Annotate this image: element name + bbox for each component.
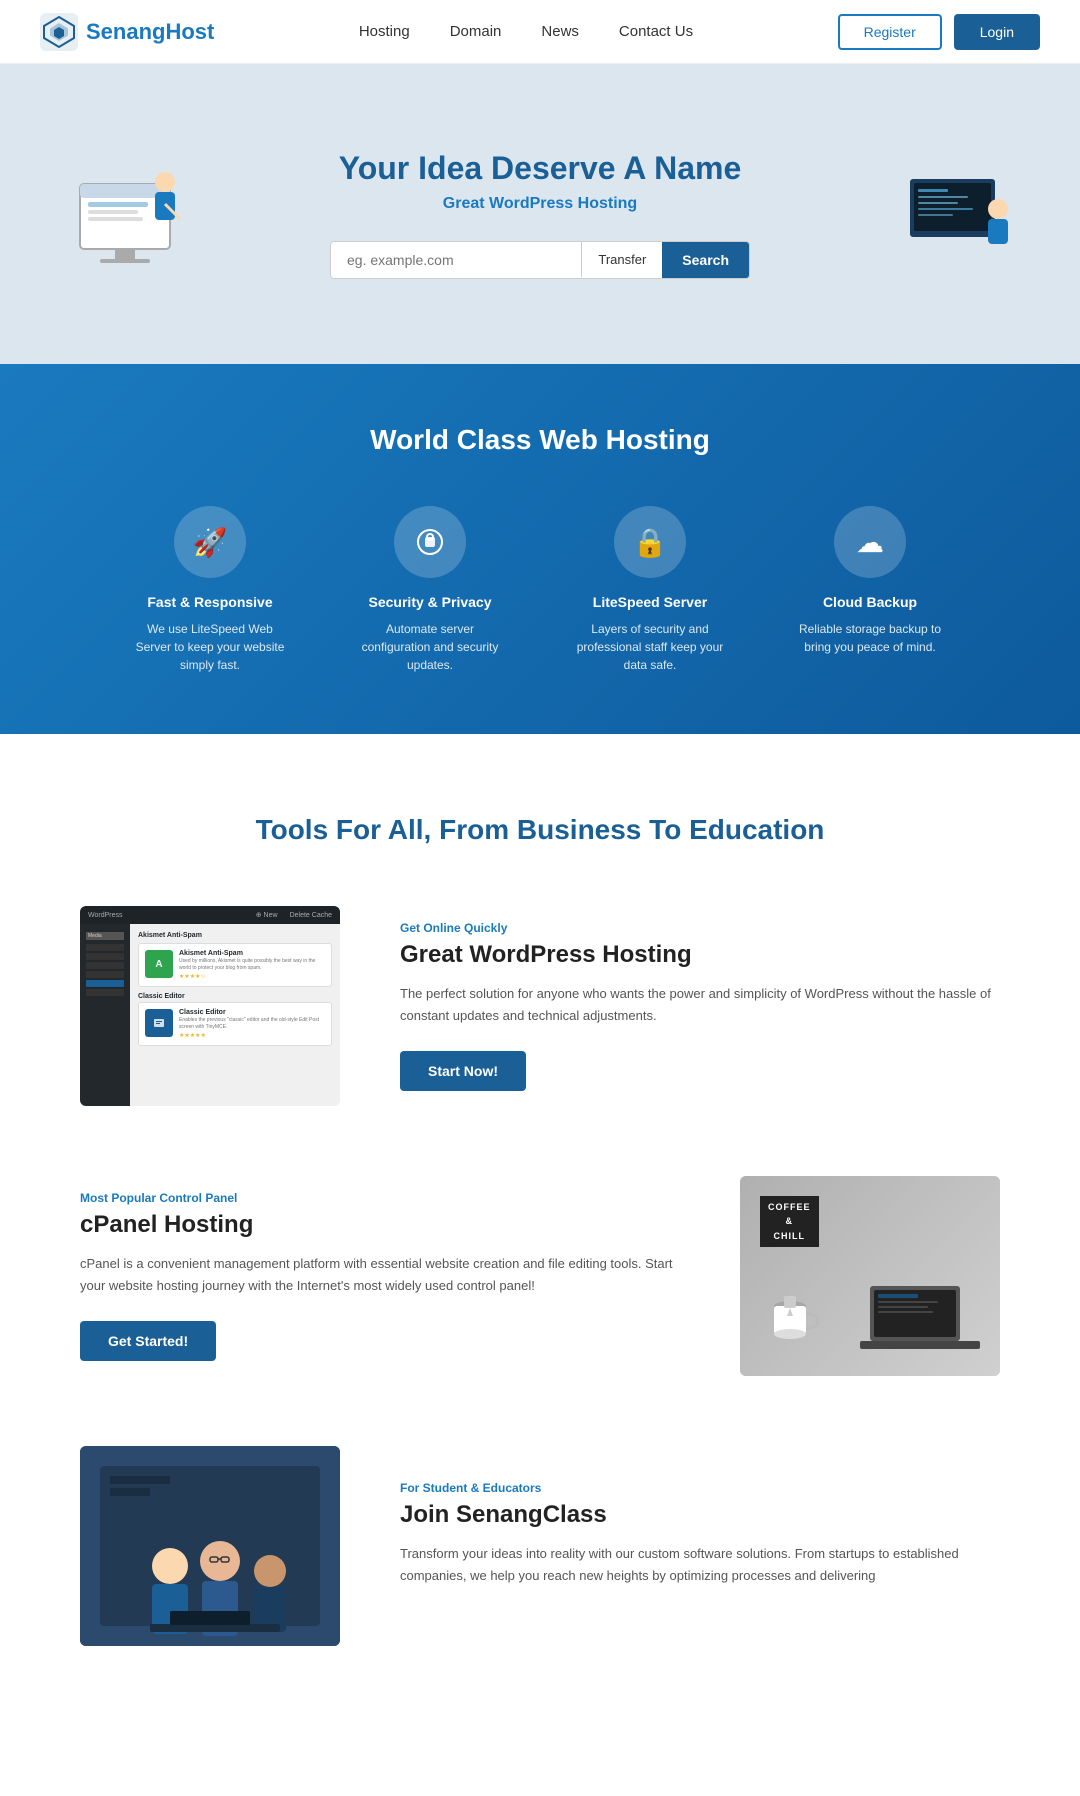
wp-sidebar: Media [80, 924, 130, 1106]
cpanel-image: COFFEE&CHILL [740, 1176, 1000, 1376]
coffee-text: COFFEE&CHILL [760, 1196, 819, 1247]
feature-security: Security & Privacy Automate server confi… [350, 506, 510, 674]
wp-akismet-icon: A [145, 950, 173, 978]
brand-logo-container: SenangHost [40, 13, 214, 51]
wp-akismet-name: Akismet Anti-Spam [179, 950, 325, 957]
wp-main: Akismet Anti-Spam A Akismet Anti-Spam Us… [130, 924, 340, 1106]
feature-fast-desc: We use LiteSpeed Web Server to keep your… [130, 620, 290, 674]
feature-litespeed-name: LiteSpeed Server [570, 594, 730, 610]
nav-hosting[interactable]: Hosting [359, 23, 410, 40]
navbar: SenangHost Hosting Domain News Contact U… [0, 0, 1080, 64]
cpanel-heading: cPanel Hosting [80, 1211, 680, 1239]
feature-litespeed: 🔒 LiteSpeed Server Layers of security an… [570, 506, 730, 674]
hero-content: Your Idea Deserve A Name Great WordPress… [330, 150, 750, 279]
login-button[interactable]: Login [954, 14, 1040, 50]
wp-classic-name: Classic Editor [179, 1009, 325, 1016]
get-started-button[interactable]: Get Started! [80, 1321, 216, 1361]
wp-top-bar: WordPress ⊕ New Delete Cache [80, 906, 340, 924]
nav-contact[interactable]: Contact Us [619, 23, 693, 40]
feature-fast: 🚀 Fast & Responsive We use LiteSpeed Web… [130, 506, 290, 674]
wp-classic-desc: Enables the previous "classic" editor an… [179, 1017, 325, 1030]
fast-icon: 🚀 [174, 506, 246, 578]
wp-akismet-desc: Used by millions, Akismet is quite possi… [179, 958, 325, 971]
wp-plugin-classic: Classic Editor Enables the previous "cla… [138, 1002, 332, 1046]
cloud-icon: ☁ [834, 506, 906, 578]
education-tag: For Student & Educators [400, 1481, 1000, 1495]
brand-name: SenangHost [86, 19, 214, 45]
tools-section: Tools For All, From Business To Educatio… [0, 734, 1080, 1796]
feature-backup-desc: Reliable storage backup to bring you pea… [790, 620, 950, 656]
students-photo [80, 1446, 340, 1646]
wp-plugin-akismet-text: Akismet Anti-Spam Used by millions, Akis… [179, 950, 325, 980]
wordpress-image: WordPress ⊕ New Delete Cache Media [80, 906, 340, 1106]
feature-security-desc: Automate server configuration and securi… [350, 620, 510, 674]
transfer-button[interactable]: Transfer [581, 242, 662, 277]
wordpress-content: Get Online Quickly Great WordPress Hosti… [400, 921, 1000, 1091]
wp-body: Media Akismet Anti-Spam A [80, 924, 340, 1106]
cpanel-tag: Most Popular Control Panel [80, 1191, 680, 1205]
feature-backup: ☁ Cloud Backup Reliable storage backup t… [790, 506, 950, 674]
feature-litespeed-desc: Layers of security and professional staf… [570, 620, 730, 674]
domain-search-input[interactable] [331, 242, 581, 278]
nav-links: Hosting Domain News Contact Us [359, 23, 693, 40]
nav-news[interactable]: News [541, 23, 579, 40]
coffee-card: COFFEE&CHILL [740, 1176, 1000, 1376]
hero-search-bar: Transfer Search [330, 241, 750, 279]
hero-section: Your Idea Deserve A Name Great WordPress… [0, 64, 1080, 364]
education-row: For Student & Educators Join SenangClass… [80, 1446, 1000, 1646]
hero-right-illustration [880, 149, 1020, 279]
wp-classic-stars: ★★★★★ [179, 1032, 325, 1039]
hero-title: Your Idea Deserve A Name [330, 150, 750, 187]
features-title: World Class Web Hosting [40, 424, 1040, 456]
wp-plugin-classic-text: Classic Editor Enables the previous "cla… [179, 1009, 325, 1039]
cpanel-desc: cPanel is a convenient management platfo… [80, 1253, 680, 1297]
wp-akismet-stars: ★★★★☆ [179, 973, 325, 980]
wordpress-row: WordPress ⊕ New Delete Cache Media [80, 906, 1000, 1106]
start-now-button[interactable]: Start Now! [400, 1051, 526, 1091]
education-image [80, 1446, 340, 1646]
feature-security-name: Security & Privacy [350, 594, 510, 610]
features-section: World Class Web Hosting 🚀 Fast & Respons… [0, 364, 1080, 734]
register-button[interactable]: Register [838, 14, 942, 50]
feature-backup-name: Cloud Backup [790, 594, 950, 610]
search-button[interactable]: Search [662, 242, 749, 278]
education-heading: Join SenangClass [400, 1501, 1000, 1529]
nav-domain[interactable]: Domain [450, 23, 502, 40]
wordpress-heading: Great WordPress Hosting [400, 941, 1000, 969]
wp-plugin-akismet: A Akismet Anti-Spam Used by millions, Ak… [138, 943, 332, 987]
feature-fast-name: Fast & Responsive [130, 594, 290, 610]
education-desc: Transform your ideas into reality with o… [400, 1543, 1000, 1587]
security-icon [394, 506, 466, 578]
litespeed-icon: 🔒 [614, 506, 686, 578]
features-grid: 🚀 Fast & Responsive We use LiteSpeed Web… [40, 506, 1040, 674]
navbar-actions: Register Login [838, 14, 1040, 50]
tools-title: Tools For All, From Business To Educatio… [80, 814, 1000, 846]
education-content: For Student & Educators Join SenangClass… [400, 1481, 1000, 1611]
hero-subtitle: Great WordPress Hosting [330, 195, 750, 213]
hero-left-illustration [60, 144, 200, 284]
cpanel-row: COFFEE&CHILL [80, 1176, 1000, 1376]
wp-screenshot: WordPress ⊕ New Delete Cache Media [80, 906, 340, 1106]
wp-classic-icon [145, 1009, 173, 1037]
wordpress-desc: The perfect solution for anyone who want… [400, 983, 1000, 1027]
cpanel-content: Most Popular Control Panel cPanel Hostin… [80, 1191, 680, 1361]
wordpress-tag: Get Online Quickly [400, 921, 1000, 935]
brand-icon [40, 13, 78, 51]
